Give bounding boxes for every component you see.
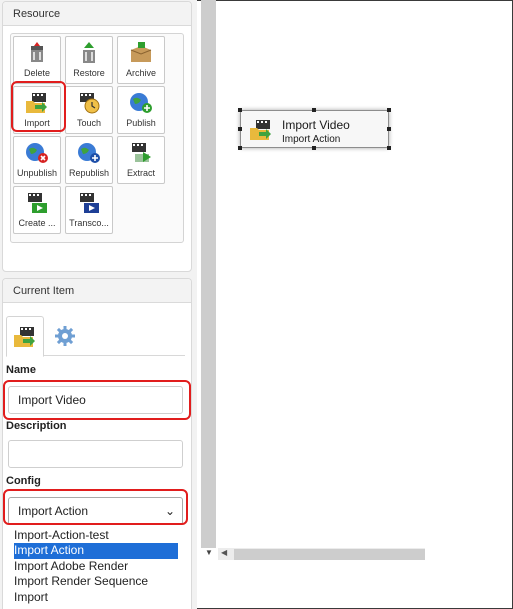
node-title: Import Video [282,118,350,132]
tile-label: Publish [126,118,156,128]
tile-label: Import [24,118,50,128]
republish-globe-icon [78,143,100,163]
config-option-selected[interactable]: Import Action [14,543,178,559]
config-label: Config [6,475,41,487]
name-field[interactable]: Import Video [8,386,183,414]
vertical-scrollbar[interactable] [201,0,216,548]
resource-panel-title: Resource [3,2,191,26]
tile-label: Create ... [18,218,56,228]
config-dropdown-list: Import-Action-test Import Action Import … [14,528,184,605]
current-item-panel-title: Current Item [3,279,191,303]
touch-tile[interactable]: Touch [65,86,113,134]
tile-label: Transco... [69,218,109,228]
scroll-down-arrow-icon[interactable]: ▼ [205,548,213,557]
transcode-tile[interactable]: Transco... [65,186,113,234]
import-folder-icon [14,326,35,347]
config-option[interactable]: Import Render Sequence [14,574,184,589]
item-tabs [6,316,185,357]
description-label: Description [6,420,67,432]
unpublish-globe-icon [26,143,48,163]
resize-handle[interactable] [238,127,242,131]
resize-handle[interactable] [238,146,242,150]
trash-film-icon [31,42,43,62]
restore-tile[interactable]: Restore [65,36,113,84]
transcode-film-icon [80,193,99,213]
tile-label: Unpublish [16,168,58,178]
republish-tile[interactable]: Republish [65,136,113,184]
import-tile[interactable]: Import [13,86,61,134]
tile-label: Archive [125,68,156,78]
create-tile[interactable]: Create ... [13,186,61,234]
resize-handle[interactable] [387,108,391,112]
extract-tile[interactable]: Extract [117,136,165,184]
tile-label: Delete [23,68,50,78]
archive-tile[interactable]: Archive [117,36,165,84]
resource-tile-grid: Delete Restore Archive Import Touch Publ… [10,33,184,243]
config-option[interactable]: Import [14,590,184,605]
tab-import-item[interactable] [6,316,44,357]
chevron-down-icon: ⌄ [164,504,175,518]
resize-handle[interactable] [387,146,391,150]
restore-film-icon [83,42,95,63]
left-column: Resource Delete Restore Archive Import T… [0,0,197,609]
tile-label: Touch [76,118,102,128]
config-select[interactable]: Import Action ⌄ [8,497,183,525]
extract-film-icon [132,143,151,162]
delete-tile[interactable]: Delete [13,36,61,84]
config-option[interactable]: Import-Action-test [14,528,184,543]
publish-tile[interactable]: Publish [117,86,165,134]
tile-label: Republish [68,168,110,178]
touch-clock-icon [80,93,100,114]
resize-handle[interactable] [312,108,316,112]
create-film-icon [28,193,47,213]
publish-globe-icon [130,93,152,113]
description-field[interactable] [8,440,183,468]
horizontal-scrollbar-thumb[interactable] [234,549,425,560]
workflow-canvas[interactable] [216,1,512,546]
config-option[interactable]: Import Adobe Render [14,559,184,574]
gear-icon [55,326,75,346]
tab-settings[interactable] [46,316,84,356]
scroll-left-arrow-icon[interactable]: ◀ [221,548,227,557]
resize-handle[interactable] [387,127,391,131]
config-select-value: Import Action [18,504,89,518]
archive-box-icon [130,42,152,62]
tile-label: Restore [73,68,105,78]
node-subtitle: Import Action [282,134,341,145]
unpublish-tile[interactable]: Unpublish [13,136,61,184]
import-folder-icon [250,120,271,140]
tile-label: Extract [126,168,155,178]
resize-handle[interactable] [238,108,242,112]
resize-handle[interactable] [312,146,316,150]
import-folder-icon [26,93,47,113]
workflow-node-import-video[interactable]: Import Video Import Action [240,110,389,148]
name-label: Name [6,364,36,376]
